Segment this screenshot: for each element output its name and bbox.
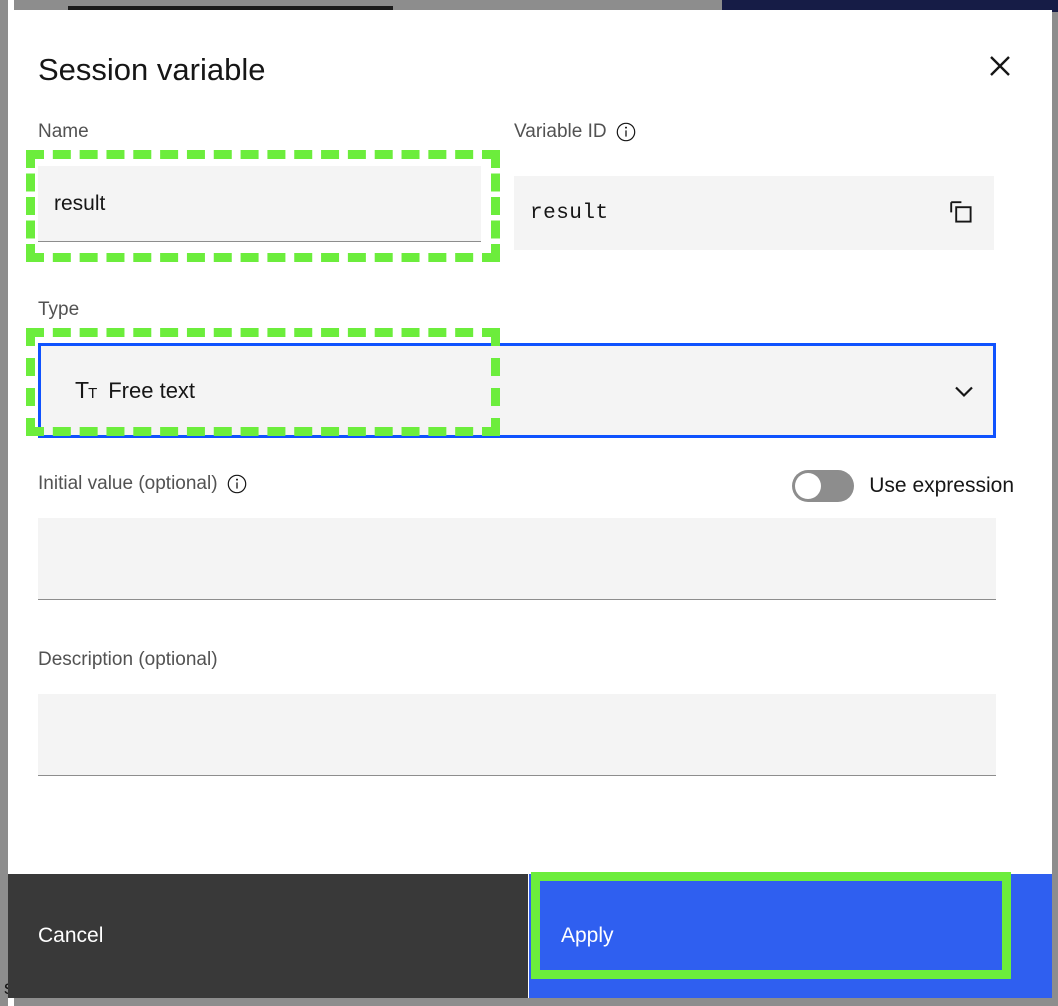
close-button[interactable] [972,38,1028,94]
description-label-text: Description (optional) [38,649,218,670]
type-dropdown-value: TT Free text [75,378,195,404]
description-label: Description (optional) [38,648,218,672]
type-label: Type [38,298,79,322]
close-icon [986,52,1014,80]
name-input[interactable] [38,166,481,242]
modal-body: Session variable Name Variable ID [8,10,1052,874]
type-label-text: Type [38,299,80,320]
name-label: Name [38,120,89,144]
screen-root: p a al eT S s Session variable Name [0,0,1058,1006]
info-icon[interactable] [616,122,636,142]
session-variable-modal: Session variable Name Variable ID [8,10,1052,998]
variable-id-value: result [530,201,609,225]
copy-icon [948,199,974,228]
use-expression-toggle[interactable] [792,470,855,502]
copy-button[interactable] [944,196,978,230]
variable-id-field: result [514,176,994,250]
name-label-text: Name [38,121,89,142]
type-dropdown[interactable]: TT Free text [38,343,996,438]
initial-value-input[interactable] [38,518,996,600]
chevron-down-icon [949,376,979,406]
modal-footer: Cancel Apply [8,874,1052,998]
type-dropdown-value-text: Free text [108,377,196,403]
cancel-button[interactable]: Cancel [8,874,529,998]
variable-id-label-text: Variable ID [514,121,607,142]
description-input[interactable] [38,694,996,776]
text-type-icon: TT [75,377,98,403]
toggle-knob [795,473,822,499]
initial-value-label-text: Initial value (optional) [38,473,218,494]
apply-button[interactable]: Apply [529,874,1052,998]
page-title: Session variable [38,52,266,87]
use-expression-row: Use expression [792,470,1014,502]
use-expression-label: Use expression [869,474,1014,497]
variable-id-label: Variable ID [514,120,636,144]
info-icon[interactable] [227,474,247,494]
initial-value-label: Initial value (optional) [38,472,247,496]
